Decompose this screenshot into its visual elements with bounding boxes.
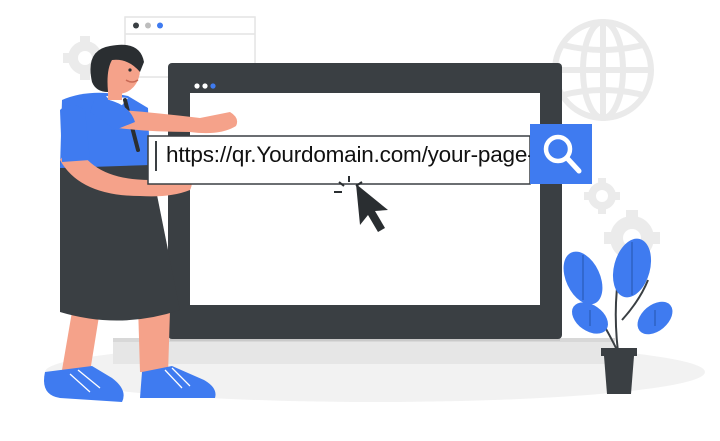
text-caret [155,141,157,171]
window-dot [210,83,216,89]
search-button[interactable] [530,124,592,184]
screen-browser-topbar [190,79,540,93]
illustration-scene [44,16,705,402]
window-dot [202,83,208,89]
address-bar-url[interactable]: https://qr.Yourdomain.com/your-page-id [166,139,530,171]
globe-icon [552,19,654,121]
window-dot [194,83,200,89]
